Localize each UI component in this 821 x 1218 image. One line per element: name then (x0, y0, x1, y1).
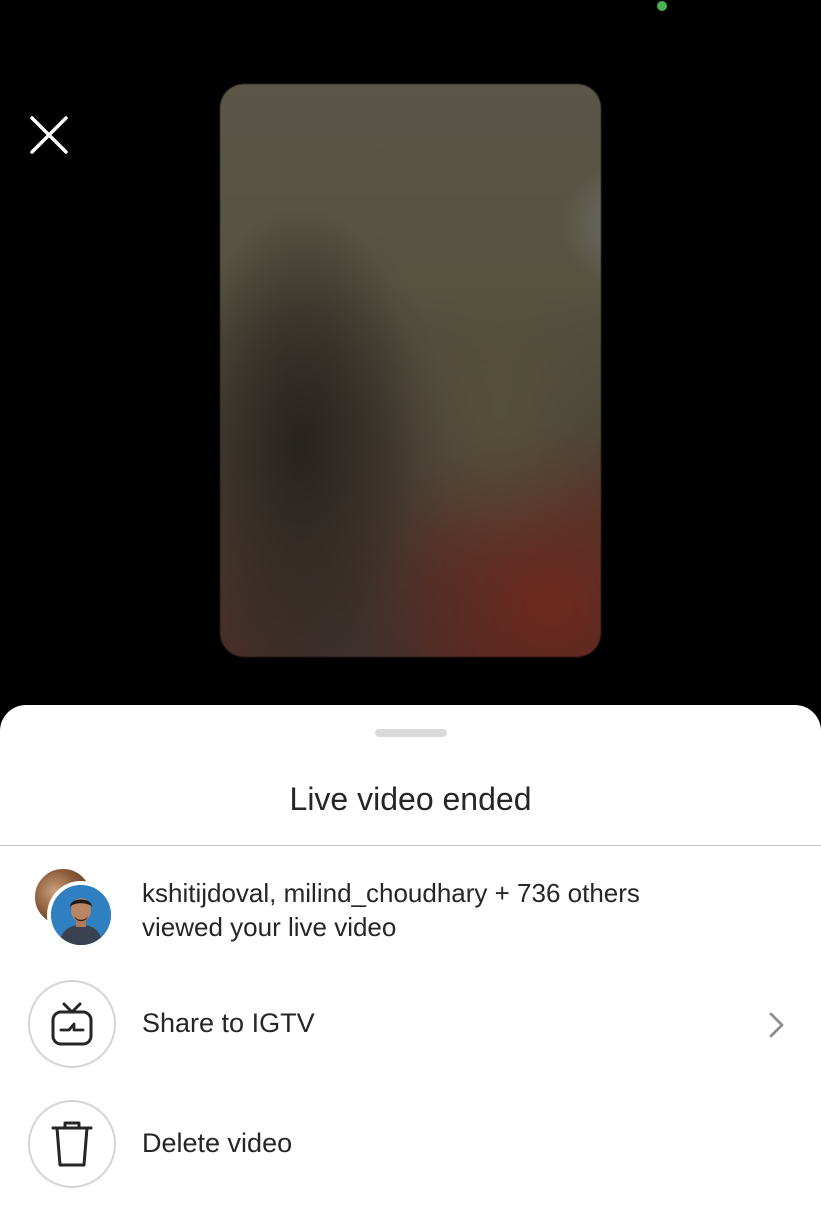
share-to-igtv-button[interactable]: Share to IGTV (0, 980, 821, 1072)
close-icon (30, 116, 68, 154)
igtv-icon (51, 1002, 93, 1046)
viewers-subtitle: viewed your live video (142, 912, 397, 942)
trash-icon (51, 1121, 93, 1167)
close-button[interactable] (22, 108, 76, 162)
person-avatar-image (51, 885, 111, 945)
camera-in-use-indicator (657, 1, 667, 11)
chevron-right-icon (769, 1012, 784, 1038)
divider (0, 845, 821, 846)
sheet-title: Live video ended (289, 781, 532, 817)
viewers-row[interactable]: kshitijdoval, milind_choudhary + 736 oth… (0, 860, 821, 960)
viewers-names: kshitijdoval, milind_choudhary + 736 oth… (142, 878, 640, 908)
live-video-preview (220, 84, 601, 657)
delete-video-button[interactable]: Delete video (0, 1100, 821, 1192)
viewer-avatar (47, 881, 115, 949)
bottom-sheet: Live video ended kshitijdoval, milind_ch… (0, 705, 821, 1218)
delete-video-label: Delete video (142, 1128, 293, 1158)
live-ended-screen: Live video ended kshitijdoval, milind_ch… (0, 0, 821, 1218)
share-to-igtv-label: Share to IGTV (142, 1008, 315, 1038)
sheet-grabber[interactable] (375, 729, 447, 737)
